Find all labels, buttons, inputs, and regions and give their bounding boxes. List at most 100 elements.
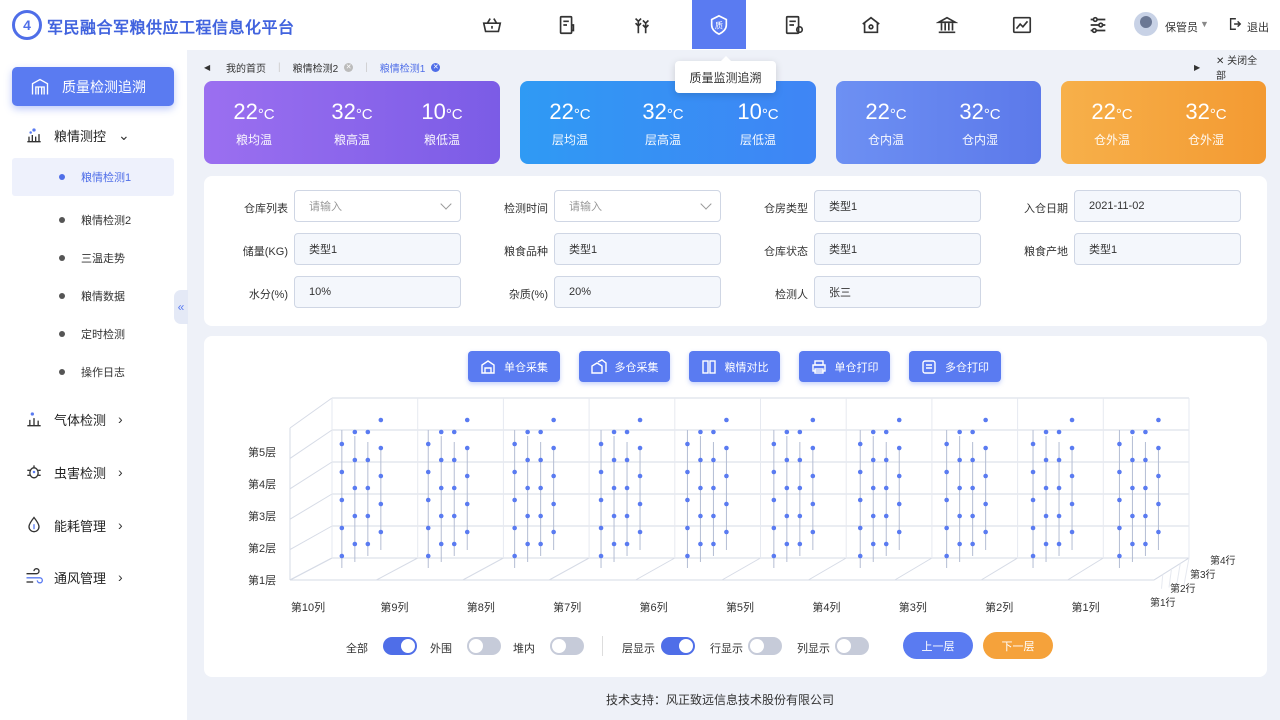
tab-close-icon[interactable]: ✕ [431, 62, 441, 72]
tab-close-icon[interactable]: ✕ [344, 62, 354, 72]
sidebar-group-energy[interactable]: 能耗管理 › [22, 514, 123, 536]
warehouse-status-field[interactable]: 类型1 [814, 233, 981, 265]
tab-home[interactable]: 我的首页 [226, 60, 266, 75]
sensor-point [438, 513, 444, 519]
warehouse-list-select[interactable]: 请输入 [294, 190, 461, 222]
sensor-point [944, 441, 949, 447]
layer-label: 第3层 [248, 509, 276, 523]
nav-sliders-icon[interactable] [1071, 0, 1125, 49]
sidebar-item-grain-check-2[interactable]: 粮情检测2 [12, 201, 174, 239]
sensor-point [624, 485, 630, 491]
tab-next-icon[interactable]: ▶ [1194, 63, 1200, 72]
tab-prev-icon[interactable]: ◀ [204, 63, 214, 72]
sensor-point [784, 513, 790, 519]
sensor-point [598, 497, 604, 503]
multi-print-button[interactable]: 多仓打印 [909, 351, 1001, 382]
toggle-outer[interactable] [467, 637, 501, 655]
sensor-point [451, 485, 457, 491]
sidebar-group-pest[interactable]: 虫害检测 › [22, 461, 123, 483]
impurity-field[interactable]: 20% [554, 276, 721, 308]
next-layer-button[interactable]: 下一层 [983, 632, 1053, 659]
nav-document-icon[interactable] [540, 0, 594, 49]
sensor-point [1143, 485, 1148, 491]
sensor-point [352, 429, 358, 435]
sensor-point [624, 429, 630, 435]
compare-icon [701, 359, 716, 374]
inspector-field[interactable]: 张三 [814, 276, 981, 308]
single-collect-button[interactable]: 单仓采集 [468, 351, 560, 382]
sensor-point [451, 429, 457, 435]
sensor-point [551, 529, 556, 535]
tab-grain-check-1[interactable]: 粮情检测1 ✕ [380, 60, 441, 75]
storage-field[interactable]: 类型1 [294, 233, 461, 265]
sensor-point [857, 469, 863, 475]
sensor-point [1069, 501, 1075, 507]
in-date-field[interactable]: 2021-11-02 [1074, 190, 1241, 222]
logout-icon[interactable] [1228, 17, 1242, 31]
origin-field[interactable]: 类型1 [1074, 233, 1241, 265]
sidebar-item-grain-check-1[interactable]: 粮情检测1 [12, 158, 174, 196]
moisture-label: 水分(%) [248, 289, 288, 301]
multi-collect-button[interactable]: 多仓采集 [579, 351, 670, 382]
sensor-point [1030, 497, 1036, 503]
nav-basket-icon[interactable] [465, 0, 519, 49]
grain-compare-button[interactable]: 粮情对比 [689, 351, 780, 382]
stat-unit: °C [983, 106, 1001, 123]
sensor-point [538, 485, 543, 491]
toggle-inner[interactable] [550, 637, 584, 655]
user-name[interactable]: 保管员 [1165, 19, 1198, 35]
grid-line [894, 557, 933, 581]
single-print-button[interactable]: 单仓打印 [799, 351, 890, 382]
sensor-point [551, 445, 556, 451]
nav-home-icon[interactable] [844, 0, 898, 49]
caret-down-icon[interactable]: ▼ [1200, 19, 1209, 29]
sidebar-item-label: 操作日志 [81, 367, 125, 379]
nav-quality-icon[interactable]: 质 [692, 0, 746, 49]
sidebar-item-grain-data[interactable]: 粮情数据 [12, 277, 174, 315]
prev-layer-button[interactable]: 上一层 [903, 632, 973, 659]
sensor-point [637, 501, 643, 507]
check-time-label: 检测时间 [504, 203, 548, 215]
close-all-tabs[interactable]: ✕ 关闭全部 [1216, 52, 1264, 82]
sidebar-group-gas[interactable]: 气体检测 › [22, 408, 123, 430]
check-time-select[interactable]: 请输入 [554, 190, 721, 222]
toggle-all[interactable] [383, 637, 417, 655]
sidebar-item-log[interactable]: 操作日志 [12, 353, 174, 391]
sensor-point [797, 429, 803, 435]
nav-bank-icon[interactable] [920, 0, 974, 49]
logout-button[interactable]: 退出 [1247, 19, 1269, 35]
toggle-row-label: 行显示 [710, 643, 743, 655]
nav-wheat-icon[interactable] [615, 0, 669, 49]
stat-unit: °C [1115, 106, 1133, 123]
toggle-row[interactable] [748, 637, 782, 655]
sensor-point [870, 457, 876, 463]
stat-grain-avg: 22°C 粮均温 [209, 99, 299, 148]
nav-settings-doc-icon[interactable] [767, 0, 821, 49]
sensor-point [896, 529, 902, 535]
sidebar-group-grain[interactable]: 粮情测控 ⌄ [22, 124, 130, 146]
sidebar-group-ventilation[interactable]: 通风管理 › [22, 566, 123, 588]
toggle-layer[interactable] [661, 637, 695, 655]
grid-line [289, 397, 333, 429]
sensor-point [339, 497, 345, 503]
sensor-point [724, 473, 729, 479]
sensor-point [1156, 529, 1161, 535]
nav-chart-icon[interactable] [995, 0, 1049, 49]
grain-variety-field[interactable]: 类型1 [554, 233, 721, 265]
column-label: 第8列 [467, 600, 495, 614]
stat-value: 32 [1185, 99, 1210, 124]
sensor-point [352, 513, 358, 519]
toggle-col[interactable] [835, 637, 869, 655]
sidebar-item-temp-trend[interactable]: 三温走势 [12, 239, 174, 277]
nav-tooltip: 质量监测追溯 [675, 56, 776, 93]
tab-grain-check-2[interactable]: 粮情检测2 ✕ [293, 60, 354, 75]
collapse-sidebar-button[interactable]: « [174, 290, 188, 324]
moisture-field[interactable]: 10% [294, 276, 461, 308]
user-avatar[interactable] [1134, 12, 1158, 36]
check-time-placeholder: 请输入 [569, 201, 602, 213]
sensor-point [624, 513, 630, 519]
house-type-field[interactable]: 类型1 [814, 190, 981, 222]
sidebar-item-scheduled[interactable]: 定时检测 [12, 315, 174, 353]
sidebar-main-quality[interactable]: 质量检测追溯 [12, 67, 174, 106]
sensor-point [1143, 513, 1148, 519]
